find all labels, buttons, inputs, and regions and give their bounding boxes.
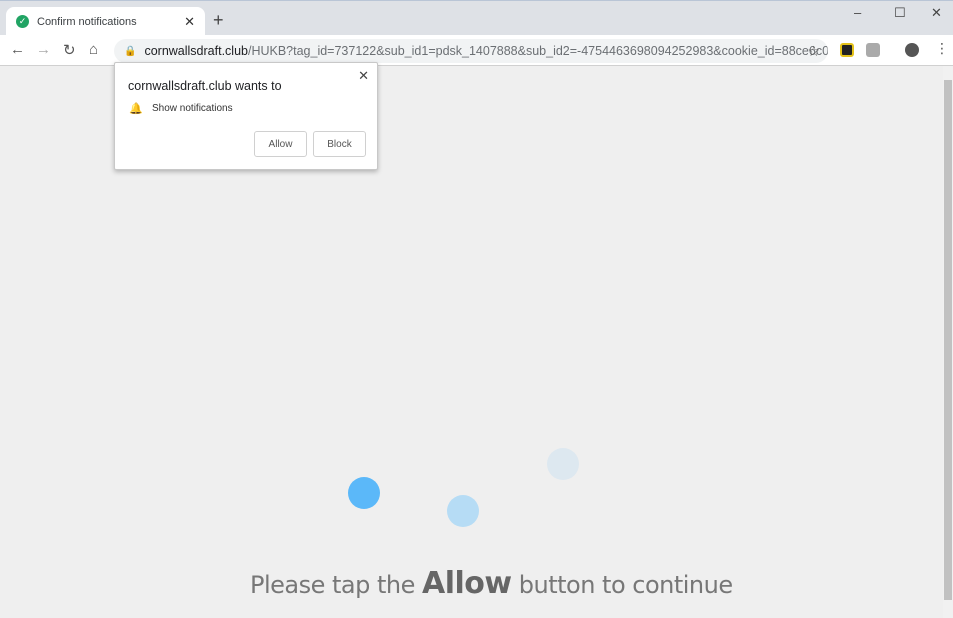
extension-cloud-icon[interactable] [866, 43, 880, 57]
extension-icon[interactable] [840, 43, 854, 57]
block-button[interactable]: Block [313, 131, 366, 157]
menu-dots-icon[interactable]: ⋮ [935, 40, 949, 57]
scrollbar-thumb[interactable] [944, 80, 952, 600]
allow-button[interactable]: Allow [254, 131, 307, 157]
maximize-button[interactable]: ☐ [894, 5, 906, 21]
profile-avatar-icon[interactable] [905, 43, 919, 57]
popup-title: cornwallsdraft.club wants to [128, 79, 282, 93]
tab-confirm-notifications[interactable]: ✓ Confirm notifications ✕ [6, 7, 205, 36]
scrollbar[interactable] [943, 66, 953, 618]
back-icon[interactable]: ← [10, 41, 25, 58]
close-window-button[interactable]: ✕ [931, 5, 942, 21]
loading-dot [348, 477, 380, 509]
new-tab-button[interactable]: + [213, 10, 224, 31]
lock-icon: 🔒 [124, 45, 137, 57]
loading-dot [547, 448, 579, 480]
message-allow-emphasis: Allow [422, 566, 512, 601]
instruction-message: Please tap the Allow button to continue [250, 566, 733, 601]
message-text: Please tap the [250, 571, 423, 599]
bookmark-star-icon[interactable]: ☆ [807, 43, 820, 60]
bell-icon: 🔔 [129, 103, 143, 115]
url-host: cornwallsdraft.club [144, 44, 248, 58]
message-text: button to continue [511, 571, 733, 599]
loading-dot [447, 495, 479, 527]
check-circle-icon: ✓ [16, 15, 29, 28]
notification-permission-popup: cornwallsdraft.club wants to ✕ 🔔 Show no… [114, 62, 378, 170]
url-path: /HUKB?tag_id=737122&sub_id1=pdsk_1407888… [247, 44, 828, 58]
home-icon[interactable]: ⌂ [89, 41, 98, 58]
reload-icon[interactable]: ↻ [63, 41, 76, 59]
title-bar: ✓ Confirm notifications ✕ + – ☐ ✕ [0, 0, 953, 36]
address-bar[interactable]: 🔒 cornwallsdraft.club/HUKB?tag_id=737122… [114, 39, 828, 63]
popup-close-icon[interactable]: ✕ [358, 68, 369, 84]
minimize-button[interactable]: – [854, 5, 861, 20]
permission-label: Show notifications [152, 103, 233, 114]
forward-icon[interactable]: → [36, 41, 51, 58]
tab-close-icon[interactable]: ✕ [184, 14, 195, 30]
tab-title: Confirm notifications [37, 15, 137, 28]
